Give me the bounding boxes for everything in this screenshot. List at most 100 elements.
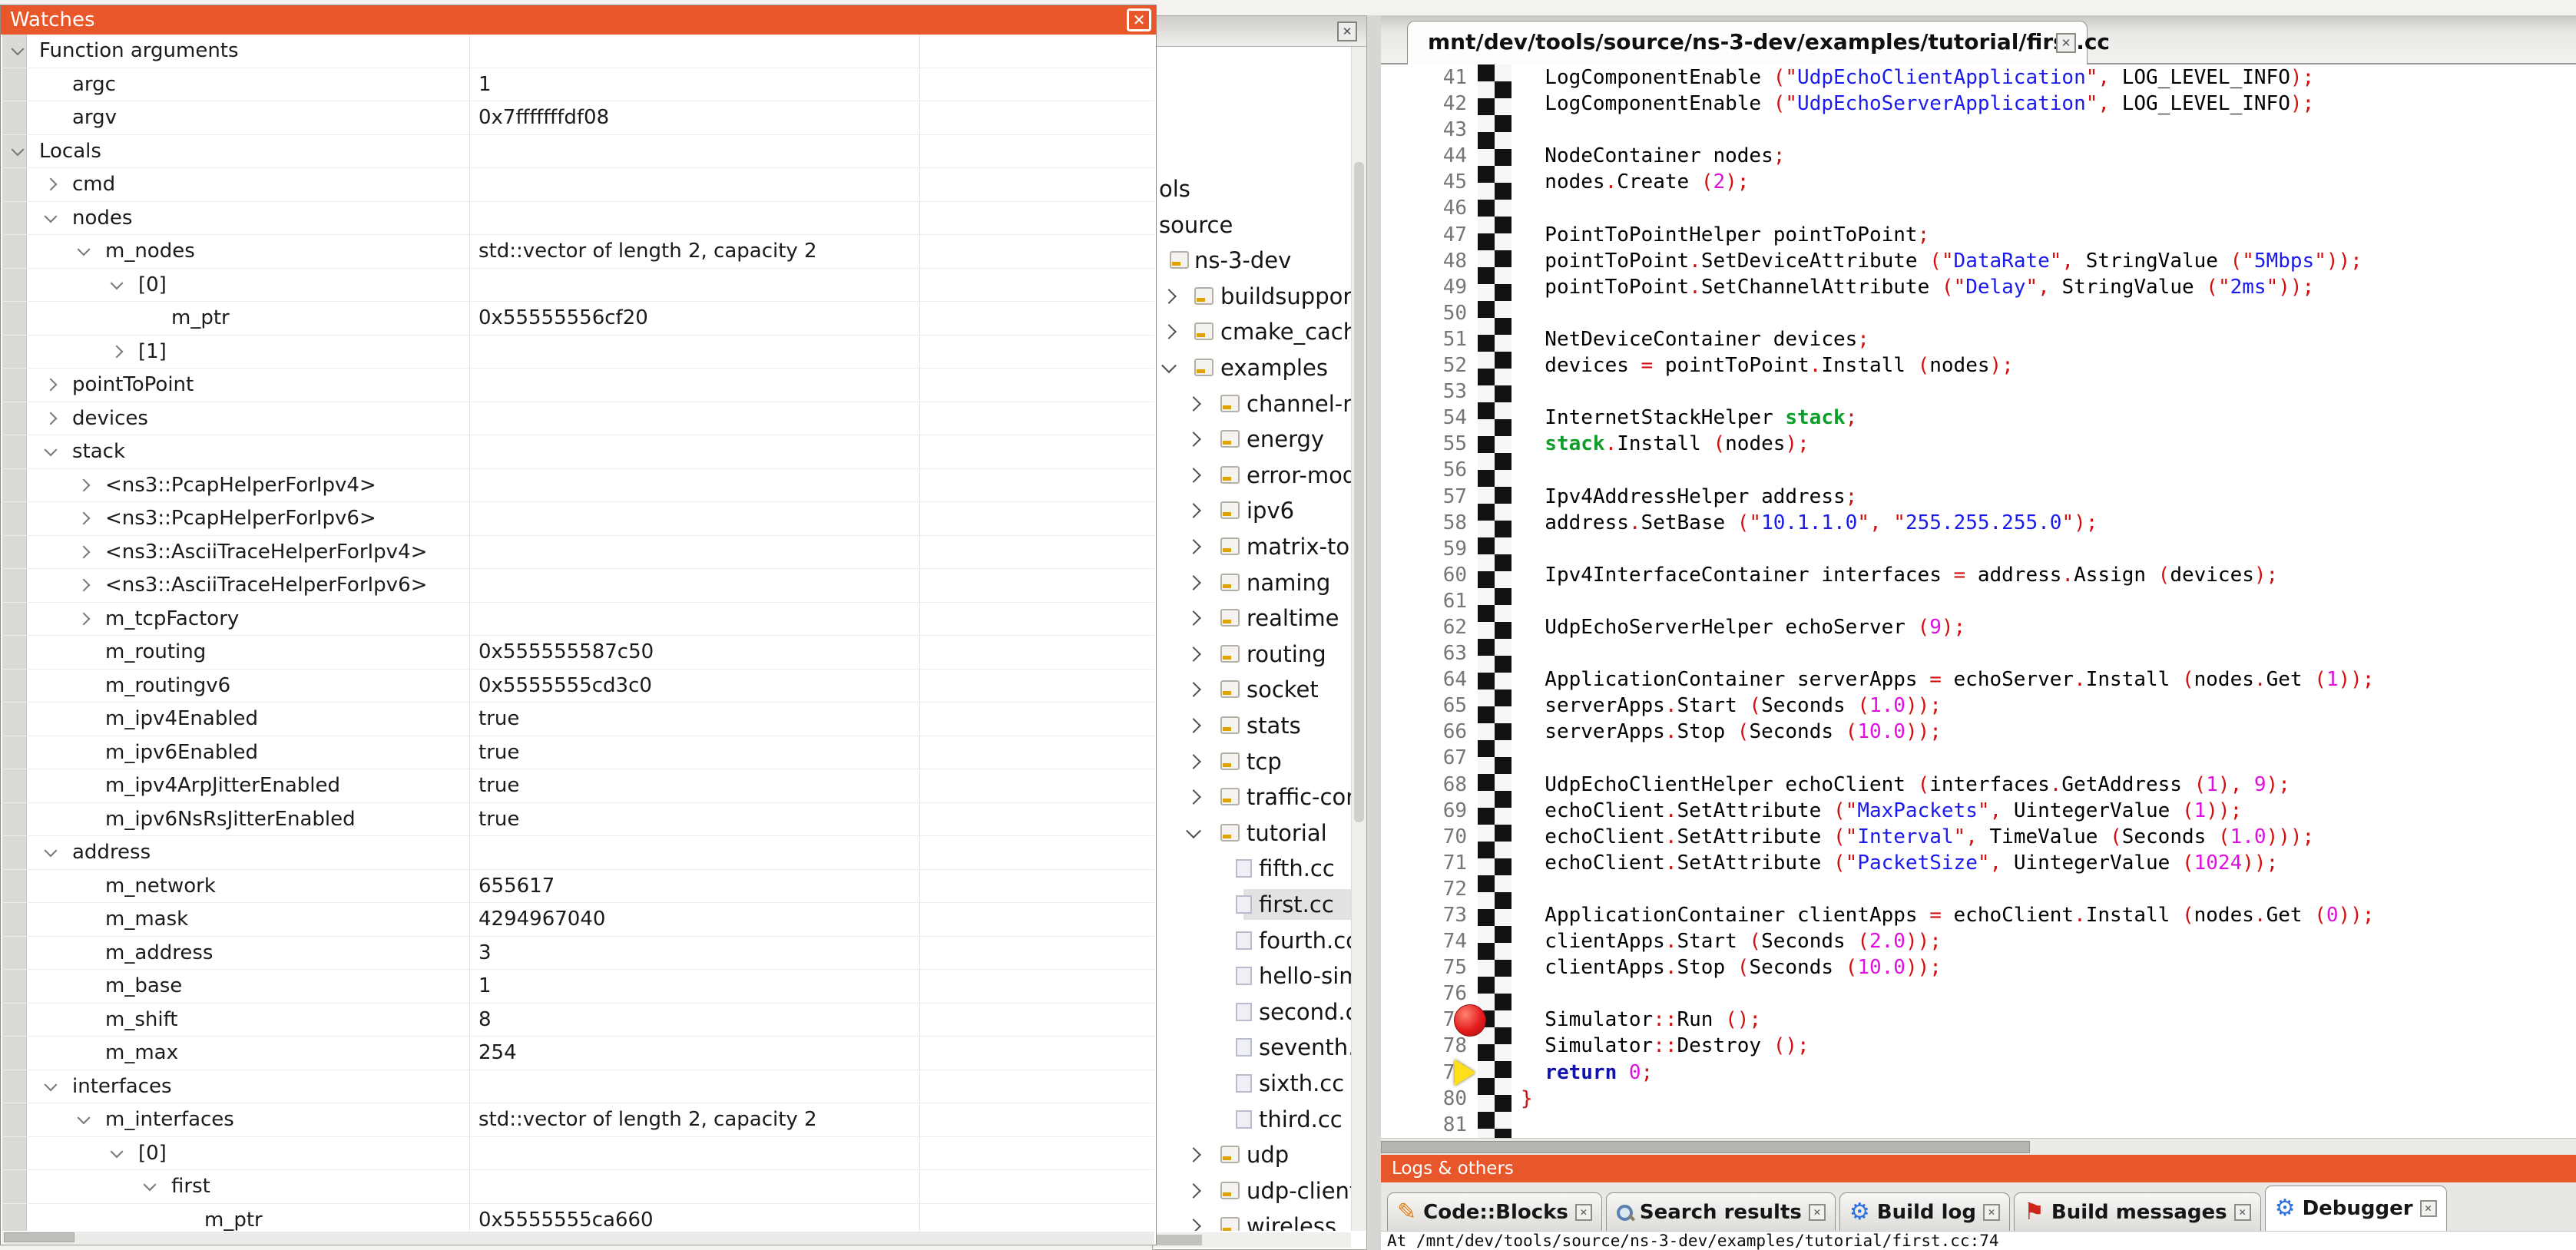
breakpoint-gutter-cell[interactable] (1478, 91, 1511, 117)
collapse-icon[interactable] (45, 845, 58, 858)
breakpoint-gutter-cell[interactable] (1478, 902, 1511, 928)
tree-item-seventh-cc[interactable]: seventh.cc (1153, 1031, 1351, 1063)
expand-icon[interactable] (45, 178, 58, 191)
line-number[interactable]: 45 (1381, 169, 1478, 195)
close-icon[interactable]: ✕ (1127, 8, 1151, 31)
expand-icon[interactable] (1186, 575, 1201, 590)
watch-row[interactable]: <ns3::AsciiTraceHelperForIpv6> (1, 569, 1154, 603)
breakpoint-gutter-cell[interactable] (1478, 379, 1511, 405)
watch-row[interactable]: devices (1, 402, 1154, 436)
watch-row[interactable]: m_ptr0x5555555ca660 (1, 1204, 1154, 1232)
breakpoint-gutter-cell[interactable] (1478, 248, 1511, 274)
expand-icon[interactable] (1186, 789, 1201, 805)
collapse-icon[interactable] (45, 210, 58, 223)
expand-icon[interactable] (1186, 468, 1201, 483)
expand-icon[interactable] (1186, 754, 1201, 769)
tree-item-examples[interactable]: examples (1153, 352, 1351, 384)
expand-icon[interactable] (78, 612, 91, 625)
collapse-icon[interactable] (1161, 358, 1177, 373)
tree-item-second-cc[interactable]: second.cc (1153, 996, 1351, 1028)
breakpoint-gutter-cell[interactable] (1478, 798, 1511, 824)
line-number[interactable]: 69 (1381, 798, 1478, 824)
breakpoint-gutter-cell[interactable] (1478, 457, 1511, 483)
breakpoint-gutter-cell[interactable] (1478, 195, 1511, 221)
breakpoint-gutter-cell[interactable] (1478, 1112, 1511, 1138)
breakpoint-gutter-cell[interactable] (1478, 666, 1511, 693)
editor-horizontal-scrollbar[interactable] (1381, 1138, 2576, 1155)
line-number[interactable]: 62 (1381, 614, 1478, 640)
breakpoint-gutter-cell[interactable] (1478, 64, 1511, 91)
breakpoint-gutter-cell[interactable] (1478, 876, 1511, 902)
watch-row[interactable]: <ns3::PcapHelperForIpv4> (1, 469, 1154, 503)
watch-row[interactable]: nodes (1, 202, 1154, 236)
watch-row[interactable]: argv0x7fffffffdf08 (1, 101, 1154, 135)
tree-item-hello-simul[interactable]: hello-simul (1153, 960, 1351, 992)
tree-item-fifth-cc[interactable]: fifth.cc (1153, 852, 1351, 885)
line-number[interactable]: 81 (1381, 1112, 1478, 1138)
watch-row[interactable]: m_ipv4ArpJitterEnabledtrue (1, 769, 1154, 803)
expand-icon[interactable] (1186, 1183, 1201, 1199)
expand-icon[interactable] (1186, 718, 1201, 733)
watch-row[interactable]: m_shift8 (1, 1004, 1154, 1037)
watches-titlebar[interactable]: Watches ✕ (1, 5, 1156, 35)
line-number[interactable]: 42 (1381, 91, 1478, 117)
tree-item-udp-client-ser[interactable]: udp-client-ser (1153, 1175, 1351, 1207)
line-number[interactable]: 74 (1381, 928, 1478, 954)
tree-item-first-cc[interactable]: first.cc (1153, 888, 1351, 921)
line-number[interactable]: 50 (1381, 300, 1478, 326)
breakpoint-gutter-cell[interactable] (1478, 1086, 1511, 1112)
watch-row[interactable]: stack (1, 435, 1154, 469)
watch-row[interactable]: m_ipv6Enabledtrue (1, 736, 1154, 770)
line-number[interactable]: 46 (1381, 195, 1478, 221)
tree-item-realtime[interactable]: realtime (1153, 602, 1351, 634)
watch-row[interactable]: Function arguments (1, 35, 1154, 68)
editor-tab-first-cc[interactable]: mnt/dev/tools/source/ns-3-dev/examples/t… (1407, 21, 2088, 64)
tree-item-traffic-contro[interactable]: traffic-contro (1153, 781, 1351, 813)
expand-icon[interactable] (1186, 503, 1201, 518)
line-number[interactable]: 61 (1381, 588, 1478, 614)
line-number[interactable]: 72 (1381, 876, 1478, 902)
tree-item-source[interactable]: source (1153, 209, 1351, 241)
scrollbar-thumb[interactable] (1381, 1141, 2030, 1153)
expand-icon[interactable] (1186, 539, 1201, 554)
watch-row[interactable]: [0] (1, 269, 1154, 303)
tree-item-fourth-cc[interactable]: fourth.cc (1153, 924, 1351, 957)
breakpoint-gutter-cell[interactable] (1478, 954, 1511, 980)
tree-item-tcp[interactable]: tcp (1153, 746, 1351, 778)
expand-icon[interactable] (45, 379, 58, 392)
line-number[interactable]: 60 (1381, 562, 1478, 588)
watch-row[interactable]: m_ipv4Enabledtrue (1, 703, 1154, 736)
scrollbar-thumb[interactable] (1154, 1235, 1202, 1245)
line-number[interactable]: 44 (1381, 143, 1478, 169)
tree-item-stats[interactable]: stats (1153, 709, 1351, 742)
line-number[interactable]: 73 (1381, 902, 1478, 928)
breakpoint-gutter-cell[interactable] (1478, 222, 1511, 248)
tree-item-ns-3-dev[interactable]: ns-3-dev (1153, 244, 1351, 276)
tree-item-channel-mod[interactable]: channel-mod (1153, 388, 1351, 420)
watch-row[interactable]: m_address3 (1, 937, 1154, 971)
breakpoint-gutter-cell[interactable] (1478, 928, 1511, 954)
watch-row[interactable]: cmd (1, 168, 1154, 202)
line-number[interactable]: 75 (1381, 954, 1478, 980)
breakpoint-gutter-cell[interactable] (1478, 117, 1511, 143)
line-number[interactable]: 71 (1381, 850, 1478, 876)
breakpoint-gutter-cell[interactable] (1478, 850, 1511, 876)
expand-icon[interactable] (1186, 682, 1201, 697)
logs-tab-search-results[interactable]: Search results✕ (1606, 1192, 1836, 1231)
line-number[interactable]: 63 (1381, 640, 1478, 666)
breakpoint-gutter-cell[interactable] (1478, 824, 1511, 850)
close-icon[interactable]: ✕ (2420, 1200, 2437, 1217)
line-number[interactable]: 56 (1381, 457, 1478, 483)
expand-icon[interactable] (1186, 1219, 1201, 1231)
tree-horizontal-scrollbar[interactable] (1153, 1232, 1351, 1248)
breakpoint-gutter-cell[interactable] (1478, 405, 1511, 431)
breakpoint-gutter-cell[interactable] (1478, 1033, 1511, 1059)
collapse-icon[interactable] (12, 43, 25, 56)
tree-item-naming[interactable]: naming (1153, 567, 1351, 599)
watch-row[interactable]: m_mask4294967040 (1, 903, 1154, 937)
line-number[interactable]: 58 (1381, 510, 1478, 536)
breakpoint-gutter-cell[interactable] (1478, 772, 1511, 798)
tree-item-sixth-cc[interactable]: sixth.cc (1153, 1067, 1351, 1100)
breakpoint-gutter-cell[interactable] (1478, 1060, 1511, 1086)
code-area[interactable]: 41 LogComponentEnable ("UdpEchoClientApp… (1381, 64, 2576, 1138)
